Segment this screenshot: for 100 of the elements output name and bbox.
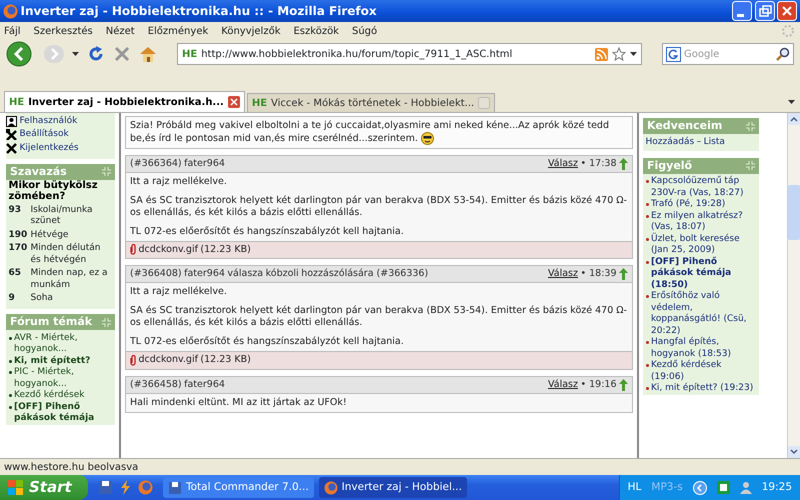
restore-button[interactable] [754, 1, 774, 21]
tab-label: Inverter zaj - Hobbielektronika.h... [28, 96, 224, 110]
search-icon[interactable] [776, 47, 790, 61]
attachment-link[interactable]: dcdckonv.gif [138, 242, 198, 258]
panel-title: Figyelő [647, 158, 692, 172]
favorites-link[interactable]: Lista [704, 136, 725, 148]
browser-icon [3, 4, 18, 18]
post-text: TL 072-es előerősítőt és hangszínszabályzót kell hajtania. [130, 336, 405, 348]
reply-link[interactable]: Válasz [548, 156, 578, 171]
collapse-icon[interactable] [102, 318, 111, 326]
topic-link[interactable]: AVR - Miértek, hogyanok... [14, 332, 112, 356]
reload-icon[interactable] [87, 45, 105, 63]
bullet-icon [646, 295, 648, 298]
poll-option[interactable]: Iskolai/munka szünet [30, 204, 112, 228]
reply-text: válasza [227, 267, 264, 282]
menu-item[interactable]: Fájl [4, 24, 21, 38]
collapse-icon[interactable] [102, 167, 111, 176]
sidebar-link[interactable]: Kijelentkezés [20, 142, 79, 154]
scrollbar[interactable] [787, 113, 800, 458]
sidebar-link[interactable]: Felhasználók [20, 116, 78, 127]
collapse-icon[interactable] [746, 161, 755, 170]
reply-link[interactable]: Válasz [548, 267, 578, 282]
scroll-down-icon[interactable] [788, 446, 800, 458]
paperclip-icon [130, 354, 136, 366]
watched-topic-link[interactable]: Üzlet, bolt keresése (Jan 25, 2009) [651, 234, 756, 256]
watched-topic-link[interactable]: Trafó (Pé, 19:28) [651, 199, 726, 210]
menu-item[interactable]: Nézet [106, 24, 135, 38]
taskbar-button[interactable]: Total Commander 7.0... [163, 477, 314, 498]
search-placeholder: Google [684, 48, 720, 62]
watched-topic-link[interactable]: Kapcsolóüzemű táp 230V-ra (Vas, 18:27) [651, 176, 756, 199]
menu-item[interactable]: Súgó [352, 24, 378, 38]
watched-topic-link[interactable]: Ki, mit épített? (19:23) [651, 383, 754, 394]
author-link[interactable]: fater964 [184, 378, 225, 392]
close-button[interactable] [777, 1, 797, 21]
attachment-link[interactable]: dcdckonv.gif [138, 353, 198, 368]
star-icon[interactable] [612, 47, 626, 61]
up-arrow-icon[interactable] [619, 378, 628, 391]
up-arrow-icon[interactable] [619, 268, 628, 280]
scrollbar-thumb[interactable] [788, 185, 800, 240]
panel-title: Szavazás [10, 164, 67, 178]
tray-app-icon[interactable] [716, 481, 730, 494]
stop-icon[interactable] [113, 45, 131, 63]
scroll-up-icon[interactable] [788, 113, 800, 125]
watched-topic-link[interactable]: [OFF] Pihenő pákások témája (18:50) [651, 256, 756, 291]
bullet-icon [646, 203, 648, 206]
poll-option[interactable]: Hétvége [30, 230, 68, 241]
author-link[interactable]: fater964 [184, 156, 225, 171]
author-link[interactable]: kóbzoli [266, 267, 299, 282]
menu-item[interactable]: Szerkesztés [34, 24, 93, 38]
tools-icon [6, 129, 17, 140]
topic-link[interactable]: Kezdő kérdések [14, 390, 84, 402]
watched-topic-link[interactable]: Ez milyen alkatrész? (Vas, 18:07) [651, 210, 756, 234]
watched-topic-link[interactable]: Kezdő kérdések (19:06) [651, 360, 756, 383]
bullet-icon [646, 180, 648, 183]
chevron-icon[interactable] [692, 480, 707, 494]
browser-icon[interactable] [138, 480, 153, 495]
favorites-link[interactable]: Hozzáadás [646, 136, 694, 148]
panel-title: Kedvenceim [647, 119, 722, 133]
post-time: • 19:16 [580, 378, 616, 392]
post-text: SA és SC tranzisztorok helyett két darlington pár van berakva (BDX 53-54). Emitter és bázis közé 470 Ω-os ellenállás, és két kilós a bázis előtti ellenállás. [130, 194, 628, 219]
menu-item[interactable]: Könyvjelzők [221, 24, 280, 38]
watched-topic-link[interactable]: Erősítőhöz való védelem, koppanásgátló! (Csü, 20:22) [651, 291, 756, 337]
poll-option[interactable]: Minden délután és hétvégén [30, 243, 112, 266]
rss-icon[interactable] [595, 48, 608, 60]
browser-tab[interactable]: HE Viccek - Mókás történetek - Hobbielekt... [246, 93, 496, 112]
poll-option[interactable]: Soha [30, 293, 53, 304]
collapse-icon[interactable] [746, 122, 755, 130]
poll-option[interactable]: Minden nap, ez a munkám [30, 268, 112, 291]
topic-link[interactable]: PIC - Miértek, hogyanok... [14, 367, 112, 390]
start-label: Start [29, 477, 72, 498]
minimize-button[interactable] [732, 1, 752, 21]
taskbar-button[interactable]: Inverter zaj - Hobbiel... [318, 477, 467, 498]
tab-close-icon[interactable] [228, 96, 240, 108]
topic-link[interactable]: [OFF] Pihenő pákások témája [14, 402, 112, 424]
throbber-icon [781, 24, 795, 38]
dropdown-arrow-icon[interactable] [788, 100, 795, 104]
lightning-icon[interactable] [118, 480, 133, 495]
site-label: HE [9, 96, 24, 110]
dropdown-arrow-icon[interactable] [630, 52, 637, 56]
post-number: (#366364) [130, 156, 182, 171]
topic-link[interactable]: Ki, mit épített? [14, 356, 90, 367]
bullet-icon [8, 336, 12, 340]
watched-topic-link[interactable]: Hangfal építés, hogyanok (18:53) [651, 337, 756, 360]
dropdown-arrow-icon[interactable] [72, 52, 79, 56]
home-icon[interactable] [139, 45, 157, 63]
bullet-icon [8, 360, 12, 362]
google-icon[interactable] [666, 46, 681, 62]
address-field[interactable]: HE http://www.hobbielektronika.hu/forum/topic_7911_1_ASC.html [177, 43, 642, 65]
browser-tab[interactable]: HE Inverter zaj - Hobbielektronika.h... [4, 91, 245, 112]
reply-link[interactable]: Válasz [548, 378, 578, 392]
menu-item[interactable]: Előzmények [148, 24, 208, 38]
bullet-icon [8, 406, 12, 408]
sidebar-link[interactable]: Beállítások [20, 129, 69, 140]
up-arrow-icon[interactable] [619, 158, 628, 170]
author-link[interactable]: fater964 [184, 267, 225, 282]
menu-item[interactable]: Eszközök [293, 24, 339, 38]
smiley-icon [420, 132, 434, 144]
window-title: Inverter zaj - Hobbielektronika.hu :: - Mozilla Firefox [20, 3, 378, 20]
user-icon[interactable] [740, 481, 752, 494]
post-text: TL 072-es előerősítőt és hangszínszabályzót kell hajtania. [130, 226, 405, 238]
